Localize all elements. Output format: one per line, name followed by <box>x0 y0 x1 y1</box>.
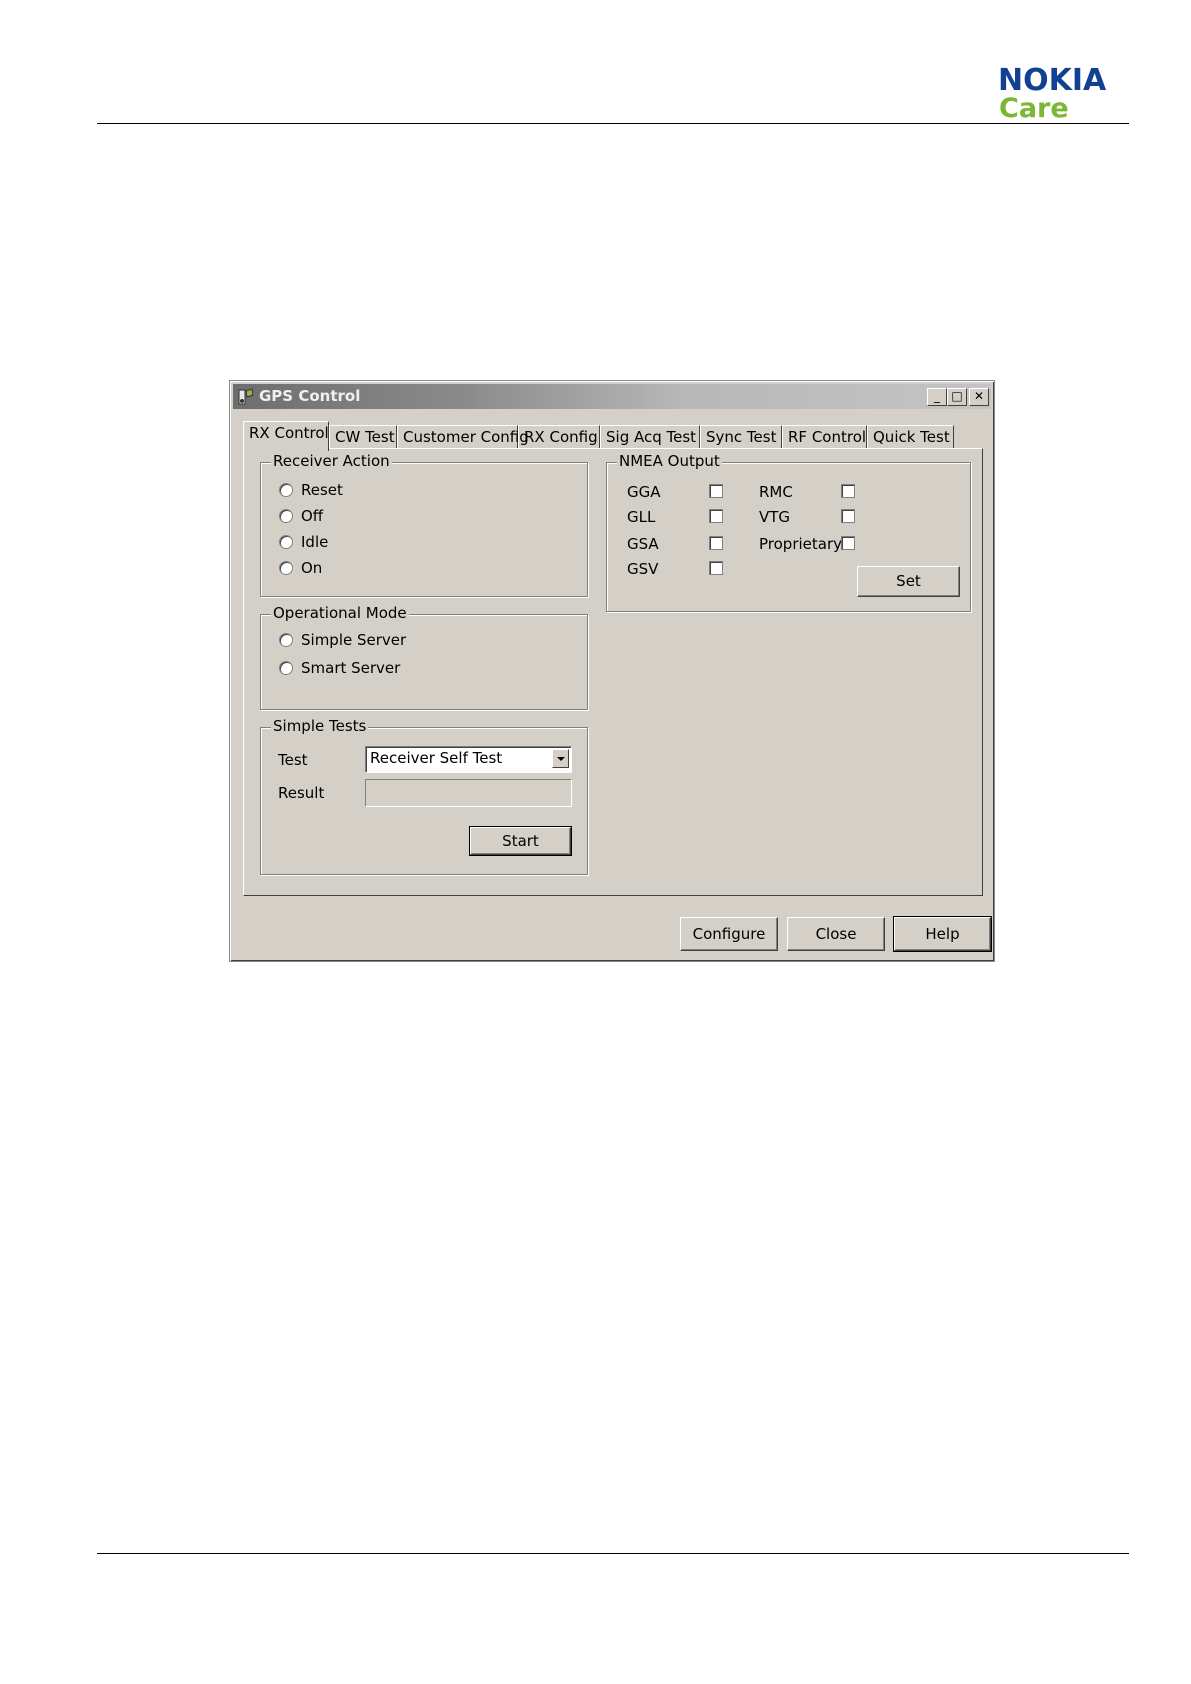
gps-control-window: GPS Control _ □ ✕ RX Control CW Test Cus… <box>229 380 995 962</box>
nmea-output-legend: NMEA Output <box>617 452 722 470</box>
radio-label: Idle <box>301 533 329 551</box>
nmea-vtg-label: VTG <box>759 508 791 526</box>
radio-label: Off <box>301 507 324 525</box>
nmea-gga-label: GGA <box>627 483 661 501</box>
radio-label: Reset <box>301 481 343 499</box>
test-select[interactable]: Receiver Self Test <box>365 746 572 773</box>
nmea-vtg-checkbox[interactable] <box>841 509 855 523</box>
tab-rx-control[interactable]: RX Control <box>243 421 329 451</box>
window-title: GPS Control <box>259 387 361 405</box>
nmea-proprietary-checkbox[interactable] <box>841 536 855 550</box>
nmea-gsa-checkbox[interactable] <box>709 536 723 550</box>
header-rule <box>97 123 1129 124</box>
radio-label: Simple Server <box>301 631 407 649</box>
receiver-action-legend: Receiver Action <box>271 452 392 470</box>
tab-rf-control[interactable]: RF Control <box>782 425 867 449</box>
maximize-button[interactable]: □ <box>947 388 967 406</box>
tab-quick-test[interactable]: Quick Test <box>867 425 954 449</box>
operational-mode-group: Operational Mode Simple Server Smart Ser… <box>260 604 588 710</box>
radio-button[interactable] <box>279 535 293 549</box>
radio-label: Smart Server <box>301 659 401 677</box>
logo-care-text: Care <box>999 93 1069 124</box>
radio-button[interactable] <box>279 561 293 575</box>
nmea-gsv-checkbox[interactable] <box>709 561 723 575</box>
rx-control-panel: Receiver Action Reset Off Idle On Operat… <box>243 448 983 896</box>
nmea-gsv-label: GSV <box>627 560 659 578</box>
set-button[interactable]: Set <box>857 566 960 597</box>
tab-sync-test[interactable]: Sync Test <box>700 425 782 449</box>
result-field <box>365 779 572 807</box>
radio-label: On <box>301 559 323 577</box>
nmea-rmc-label: RMC <box>759 483 793 501</box>
radio-button[interactable] <box>279 483 293 497</box>
test-select-value: Receiver Self Test <box>370 749 503 767</box>
help-button[interactable]: Help <box>893 916 992 952</box>
result-label: Result <box>278 784 325 802</box>
close-window-button[interactable]: ✕ <box>969 388 989 406</box>
nokia-care-logo: NOKIA Care <box>998 66 1128 126</box>
radio-button[interactable] <box>279 661 293 675</box>
nmea-gga-checkbox[interactable] <box>709 484 723 498</box>
test-label: Test <box>278 751 308 769</box>
configure-button[interactable]: Configure <box>680 917 778 951</box>
radio-button[interactable] <box>279 633 293 647</box>
minimize-button[interactable]: _ <box>927 388 947 406</box>
tab-rx-config[interactable]: RX Config <box>518 425 600 449</box>
nmea-gsa-label: GSA <box>627 535 659 553</box>
nmea-proprietary-label: Proprietary <box>759 535 842 553</box>
nmea-gll-checkbox[interactable] <box>709 509 723 523</box>
tab-customer-config[interactable]: Customer Config <box>397 425 529 449</box>
start-button[interactable]: Start <box>469 826 572 856</box>
operational-mode-legend: Operational Mode <box>271 604 409 622</box>
title-bar[interactable]: GPS Control _ □ ✕ <box>233 384 991 409</box>
nmea-output-group: NMEA Output GGA GLL GSA GSV RMC VTG Prop… <box>606 452 971 612</box>
radio-button[interactable] <box>279 509 293 523</box>
tab-cw-test[interactable]: CW Test <box>329 425 397 449</box>
tab-sig-acq-test[interactable]: Sig Acq Test <box>600 425 700 449</box>
nmea-gll-label: GLL <box>627 508 656 526</box>
nmea-rmc-checkbox[interactable] <box>841 484 855 498</box>
footer-rule <box>97 1553 1129 1554</box>
logo-nokia-text: NOKIA <box>998 63 1107 98</box>
gps-app-icon <box>238 388 254 405</box>
receiver-action-group: Receiver Action Reset Off Idle On <box>260 452 588 597</box>
chevron-down-icon[interactable] <box>552 749 569 768</box>
simple-tests-legend: Simple Tests <box>271 717 369 735</box>
simple-tests-group: Simple Tests Test Receiver Self Test Res… <box>260 717 588 875</box>
close-button[interactable]: Close <box>787 917 885 951</box>
